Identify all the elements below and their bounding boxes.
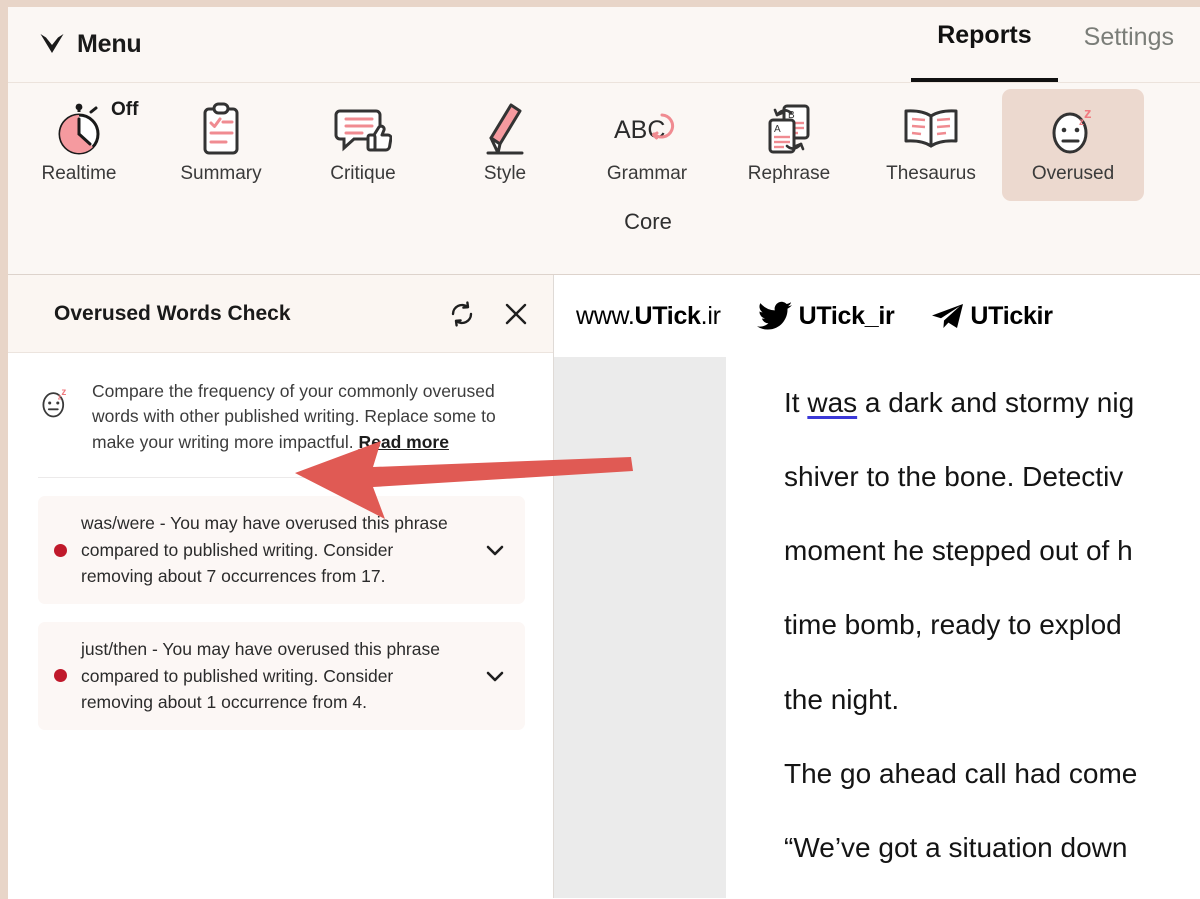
severity-dot [54, 543, 67, 557]
tab-reports[interactable]: Reports [911, 7, 1058, 82]
document-line: moment he stepped out of h [784, 535, 1133, 567]
document-line: It was a dark and stormy nig [784, 379, 1200, 427]
realtime-status-label: Off [111, 99, 139, 120]
stopwatch-icon: Off [53, 99, 138, 161]
screenshot-root: Menu Reports Settings Off Realtime Summa… [0, 0, 1200, 899]
ribbon-item-overused[interactable]: z z Overused [1002, 89, 1144, 201]
sleepy-face-icon: z z [1046, 99, 1100, 161]
watermark-label: UTick [634, 301, 701, 330]
overused-card-was-were[interactable]: was/were - You may have overused this ph… [38, 496, 525, 604]
ribbon-item-thesaurus[interactable]: Thesaurus [860, 89, 1002, 201]
ribbon-item-style[interactable]: Style [434, 89, 576, 201]
app-window: Menu Reports Settings Off Realtime Summa… [8, 7, 1200, 899]
top-header-bar: Menu Reports Settings [8, 7, 1200, 83]
overused-words-panel: Overused Words Check z z Compare the fre… [8, 275, 554, 898]
menu-button[interactable]: Menu [39, 30, 142, 59]
watermark-twitter-handle: UTick_ir [798, 301, 895, 330]
panel-title: Overused Words Check [54, 301, 291, 325]
document-line-pre: It [784, 387, 808, 418]
document-line: “We’ve got a situation down [784, 831, 1128, 863]
document-line: time bomb, ready to explod [784, 609, 1122, 641]
ribbon-items: Off Realtime Summary Critique Style ABC … [8, 89, 1200, 201]
svg-text:z: z [61, 387, 66, 398]
prowritingaid-logo-icon [40, 33, 64, 53]
watermark-telegram: UTickir [930, 301, 1053, 331]
ribbon-label-critique: Critique [330, 163, 396, 184]
watermark-prefix: www. [576, 301, 635, 330]
ribbon-item-rephrase[interactable]: B A Rephrase [718, 89, 860, 201]
ribbon-item-realtime[interactable]: Off Realtime [8, 89, 150, 201]
ribbon-item-grammar[interactable]: ABC Grammar [576, 89, 718, 201]
telegram-icon [932, 304, 964, 328]
ribbon-label-grammar: Grammar [606, 163, 688, 184]
document-left-gutter [554, 357, 726, 898]
ribbon-label-summary: Summary [180, 163, 262, 184]
ribbon-label-overused: Overused [1031, 163, 1115, 184]
overused-card-just-then[interactable]: just/then - You may have overused this p… [38, 621, 525, 730]
document-line-post: a dark and stormy nig [857, 387, 1135, 418]
watermark-bar: www.UTick.ir UTick_ir UTickir [554, 275, 1200, 357]
menu-label: Menu [77, 30, 142, 58]
svg-text:ABC: ABC [614, 116, 665, 144]
rephrase-cards-icon: B A [762, 99, 816, 161]
ribbon-group-label-core: Core [624, 209, 672, 234]
document-page[interactable]: It was a dark and stormy nig shiver to t… [726, 357, 1200, 898]
document-line: the night. [784, 683, 900, 715]
ribbon-label-style: Style [483, 163, 527, 184]
panel-intro-text: Compare the frequency of your commonly o… [92, 379, 501, 455]
chevron-down-icon[interactable] [483, 538, 507, 562]
overused-card-text: just/then - You may have overused this p… [81, 638, 440, 713]
document-line: The go ahead call had come [784, 757, 1138, 789]
main-content: Overused Words Check z z Compare the fre… [8, 275, 1200, 898]
pencil-icon [482, 99, 528, 161]
watermark-website-text: www.UTick.ir [576, 302, 721, 331]
panel-header: Overused Words Check [8, 275, 553, 353]
svg-text:z: z [58, 392, 62, 401]
document-area: www.UTick.ir UTick_ir UTickir It was a d… [554, 275, 1200, 898]
tab-settings[interactable]: Settings [1058, 7, 1200, 82]
close-icon[interactable] [501, 299, 531, 329]
ribbon-label-thesaurus: Thesaurus [886, 163, 976, 184]
sleepy-face-icon: z z [38, 379, 76, 455]
overused-card-text: was/were - You may have overused this ph… [81, 513, 448, 587]
severity-dot [54, 669, 67, 683]
refresh-icon[interactable] [447, 299, 477, 329]
document-paragraph: It was a dark and stormy nig shiver to t… [784, 379, 1200, 724]
svg-text:z: z [1079, 117, 1084, 128]
watermark-website: www.UTick.ir [576, 302, 721, 331]
document-line: shiver to the bone. Detectiv [784, 461, 1124, 493]
ribbon-label-realtime: Realtime [41, 163, 117, 184]
watermark-suffix: .ir [700, 301, 721, 330]
watermark-twitter: UTick_ir [756, 301, 895, 331]
panel-actions [447, 299, 531, 329]
read-more-link[interactable]: Read more [358, 432, 448, 452]
flagged-word[interactable]: was [807, 387, 857, 418]
svg-text:A: A [774, 124, 781, 135]
twitter-icon [756, 301, 792, 330]
ribbon-label-rephrase: Rephrase [747, 163, 831, 184]
ribbon-toolbar: Off Realtime Summary Critique Style ABC … [8, 83, 1200, 275]
ribbon-item-critique[interactable]: Critique [292, 89, 434, 201]
svg-text:z: z [1084, 105, 1092, 122]
chevron-down-icon[interactable] [483, 664, 507, 688]
ribbon-item-summary[interactable]: Summary [150, 89, 292, 201]
panel-intro: z z Compare the frequency of your common… [38, 353, 525, 479]
speech-thumbsup-icon [334, 99, 392, 161]
clipboard-icon [196, 99, 246, 161]
panel-body: z z Compare the frequency of your common… [8, 353, 553, 898]
abc-icon: ABC [613, 99, 681, 161]
watermark-telegram-handle: UTickir [970, 301, 1053, 330]
open-book-icon [900, 99, 962, 161]
ribbon-item-truncated[interactable]: C [1144, 89, 1200, 201]
document-paragraph: The go ahead call had come “We’ve got a … [784, 750, 1200, 898]
header-tabs: Reports Settings [911, 7, 1200, 82]
